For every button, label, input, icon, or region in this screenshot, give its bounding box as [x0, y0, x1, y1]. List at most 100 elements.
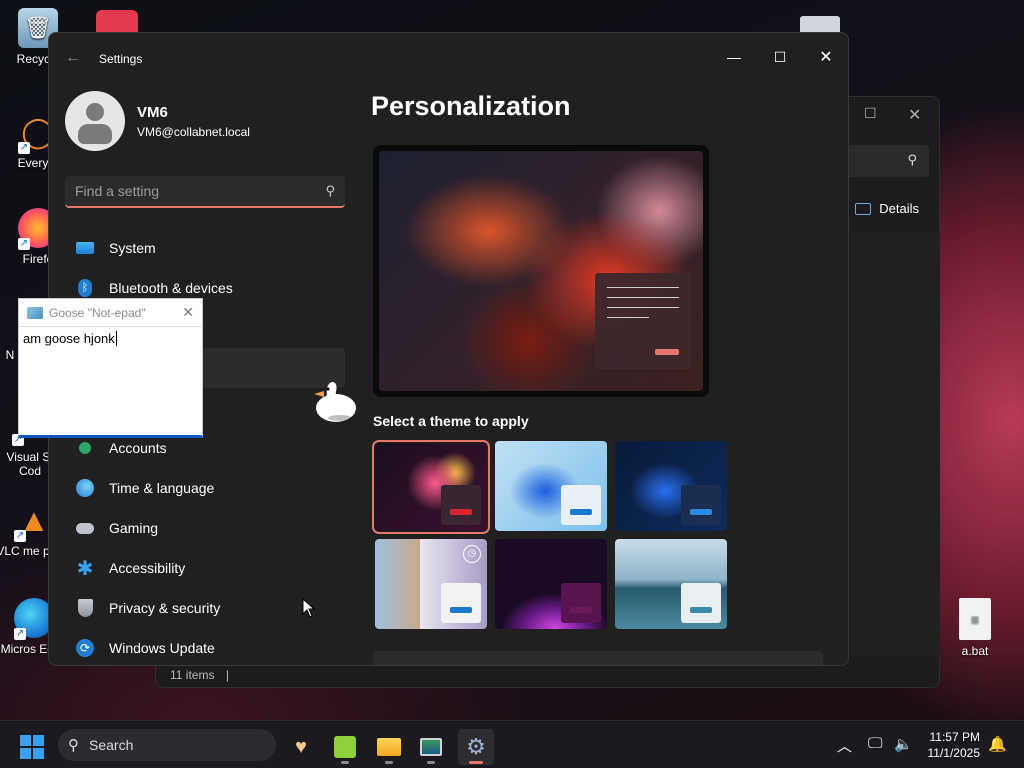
nav-item-windows-update[interactable]: ⟳ Windows Update [65, 628, 345, 665]
accounts-icon [75, 438, 95, 458]
desktop-icon-label: a.bat [961, 644, 989, 658]
preview-accent-bar [655, 349, 679, 355]
shortcut-arrow-icon: ↗ [14, 628, 26, 640]
running-indicator [385, 761, 393, 764]
search-icon: ⚲ [68, 737, 79, 754]
desktop-icon-a-bat[interactable]: ≡ a.bat [937, 598, 1013, 658]
clock-date: 11/1/2025 [927, 746, 981, 760]
taskbar-search-label: Search [89, 737, 134, 753]
status-divider: | [225, 668, 229, 682]
theme-option-bloom-dark[interactable] [615, 441, 727, 531]
theme-swatch [561, 485, 601, 525]
theme-option-glow[interactable] [372, 440, 490, 534]
system-icon [75, 238, 95, 258]
shortcut-arrow-icon: ↗ [18, 238, 30, 250]
close-icon[interactable]: ✕ [182, 304, 194, 321]
folder-icon [377, 738, 401, 756]
shortcut-arrow-icon: ↗ [18, 142, 30, 154]
desktop-app-icon[interactable] [96, 10, 138, 34]
wallpaper-preview [379, 151, 703, 391]
nav-item-label: System [109, 240, 156, 256]
theme-swatch [561, 583, 601, 623]
nav-item-gaming[interactable]: Gaming [65, 508, 345, 548]
notepad-title: Goose "Not-epad" [49, 305, 146, 320]
monitor-app-icon [420, 738, 442, 756]
chevron-up-icon[interactable]: ︿ [837, 735, 852, 756]
theme-option-bloom-light[interactable] [495, 441, 607, 531]
notification-bell-icon[interactable]: 🔔 [988, 735, 1007, 753]
spotlight-icon: ◷ [463, 545, 481, 563]
details-label: Details [879, 201, 919, 216]
taskbar-app-monitor[interactable] [413, 729, 449, 765]
notepad-app-icon [27, 306, 43, 319]
notepad-title-bar[interactable]: Goose "Not-epad" [19, 299, 202, 327]
avatar [65, 91, 125, 151]
settings-search-input[interactable] [75, 183, 326, 199]
nav-item-time-language[interactable]: Time & language [65, 468, 345, 508]
nav-item-label: Accessibility [109, 560, 186, 576]
user-profile[interactable]: VM6 VM6@collabnet.local [65, 91, 250, 151]
theme-swatch [681, 583, 721, 623]
theme-swatch [441, 485, 481, 525]
avatar-head [86, 103, 104, 121]
clock-time: 11:57 PM [929, 730, 980, 744]
status-bar: 11 items | [170, 668, 229, 682]
details-button[interactable]: Details [855, 201, 919, 216]
close-button[interactable]: ✕ [803, 41, 848, 73]
gaming-icon [75, 518, 95, 538]
close-icon[interactable]: ✕ [908, 105, 921, 125]
volume-muted-icon[interactable]: 🔈 [894, 735, 913, 753]
goose-icon [314, 382, 356, 422]
nav-item-label: Windows Update [109, 640, 215, 656]
notepad-text: am goose hjonk [23, 331, 115, 346]
nav-item-label: Time & language [109, 480, 215, 496]
taskbar: ⚲ Search ♥ ⚙ ︿ 🖵 🔈 11:57 PM 11/1/2025 🔔 [0, 720, 1024, 768]
back-arrow-icon[interactable]: ← [65, 49, 81, 67]
bluetooth-icon: ᛒ [75, 278, 95, 298]
theme-swatch [681, 485, 721, 525]
title-bar[interactable]: ← Settings — ☐ ✕ [49, 33, 848, 81]
maximize-icon[interactable]: ☐ [864, 105, 877, 122]
theme-option-spotlight[interactable]: ◷ [375, 539, 487, 629]
preview-window-mock [595, 273, 691, 369]
window-title: Settings [99, 52, 143, 66]
goose-notepad-window[interactable]: Goose "Not-epad" ✕ am goose hjonk [18, 298, 203, 438]
settings-search-box[interactable]: ⚲ [65, 176, 345, 208]
gear-icon: ⚙ [466, 734, 486, 759]
nav-item-label: Gaming [109, 520, 159, 536]
nav-item-label: Accounts [109, 440, 167, 456]
notepad-text-area[interactable]: am goose hjonk [19, 327, 202, 350]
taskbar-app-notepad[interactable] [327, 729, 363, 765]
bat-file-icon: ≡ [959, 598, 991, 640]
taskbar-search[interactable]: ⚲ Search [58, 729, 276, 761]
themes-heading: Select a theme to apply [373, 413, 529, 429]
theme-option-flow[interactable] [615, 539, 727, 629]
nav-item-accessibility[interactable]: ✱ Accessibility [65, 548, 345, 588]
details-pane [850, 232, 940, 657]
maximize-button[interactable]: ☐ [757, 41, 803, 73]
notepad-plus-icon [334, 736, 356, 758]
nav-item-label: Privacy & security [109, 600, 221, 616]
nav-item-label: Bluetooth & devices [109, 280, 233, 296]
shortcut-arrow-icon: ↗ [14, 530, 26, 542]
search-icon: ⚲ [907, 152, 917, 167]
user-name: VM6 [137, 103, 168, 121]
system-clock[interactable]: 11:57 PM 11/1/2025 [928, 729, 981, 761]
avatar-body [78, 124, 112, 144]
item-count: 11 items [170, 668, 215, 682]
search-icon: ⚲ [325, 183, 335, 198]
minimize-button[interactable]: — [711, 41, 757, 73]
more-settings-card[interactable] [373, 651, 823, 665]
personalization-page: Personalization Select a theme to apply [371, 91, 831, 629]
heart-app-icon: ♥ [295, 735, 307, 758]
theme-option-captured-motion[interactable] [495, 539, 607, 629]
taskbar-app-heart[interactable]: ♥ [283, 729, 319, 765]
taskbar-app-settings[interactable]: ⚙ [458, 729, 494, 765]
network-display-icon[interactable]: 🖵 [868, 735, 882, 752]
user-email: VM6@collabnet.local [137, 124, 250, 139]
accessibility-icon: ✱ [76, 557, 94, 580]
start-button[interactable] [20, 735, 44, 759]
taskbar-app-file-explorer[interactable] [371, 729, 407, 765]
running-indicator [469, 761, 483, 764]
nav-item-system[interactable]: System [65, 228, 345, 268]
